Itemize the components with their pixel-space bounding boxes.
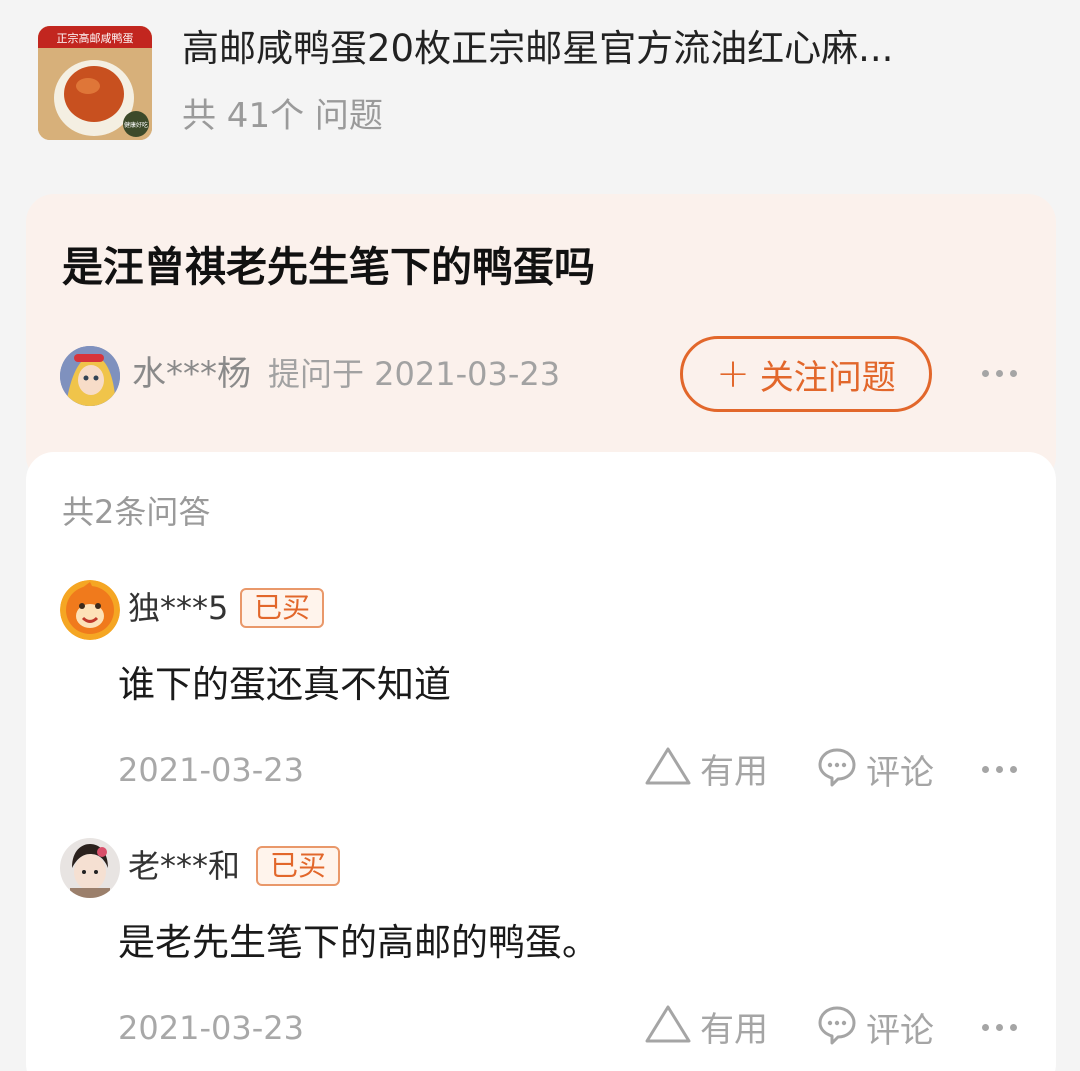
- answer-item: 老***和 已买 是老先生笔下的高邮的鸭蛋。 2021-03-23 有用 评论: [26, 838, 1056, 1071]
- thumbs-up-triangle-icon: [644, 1004, 692, 1055]
- comment-label: 评论: [866, 1010, 934, 1051]
- thumb-badge-text: 健康好吃: [124, 121, 148, 129]
- answer-username[interactable]: 独***5: [128, 586, 228, 630]
- useful-button[interactable]: 有用: [644, 746, 768, 797]
- question-count: 共 41个 问题: [182, 96, 383, 136]
- asked-date: 提问于 2021-03-23: [268, 355, 561, 393]
- answer-item: 独***5 已买 谁下的蛋还真不知道 2021-03-23 有用 评论: [26, 580, 1056, 830]
- answer-text: 谁下的蛋还真不知道: [118, 663, 451, 706]
- comment-button[interactable]: 评论: [816, 746, 934, 799]
- answer-text: 是老先生笔下的高邮的鸭蛋。: [118, 921, 599, 964]
- product-thumbnail[interactable]: 正宗高邮咸鸭蛋 健康好吃: [38, 26, 152, 140]
- answers-panel: 共2条问答 独***5 已买 谁下的蛋还真不知道 2021-03-23 有用 评…: [26, 452, 1056, 1071]
- plus-icon: +: [716, 351, 750, 397]
- follow-question-label: 关注问题: [759, 357, 896, 398]
- question-card: 是汪曾祺老先生笔下的鸭蛋吗 水***杨 提问于 2021-03-23 + 关注问…: [26, 194, 1056, 484]
- useful-button[interactable]: 有用: [644, 1004, 768, 1055]
- follow-question-button[interactable]: + 关注问题: [680, 336, 932, 412]
- thumb-banner-text: 正宗高邮咸鸭蛋: [57, 31, 134, 45]
- answer-more-icon[interactable]: [982, 766, 1017, 773]
- answer-username[interactable]: 老***和: [128, 844, 240, 888]
- answer-avatar[interactable]: [60, 580, 120, 640]
- product-title[interactable]: 高邮咸鸭蛋20枚正宗邮星官方流油红心麻...: [182, 26, 1012, 72]
- bought-badge: 已买: [240, 588, 325, 628]
- answer-avatar[interactable]: [60, 838, 120, 898]
- useful-label: 有用: [700, 1009, 768, 1050]
- asker-avatar[interactable]: [60, 346, 120, 406]
- answer-date: 2021-03-23: [118, 1009, 304, 1047]
- answer-date: 2021-03-23: [118, 751, 304, 789]
- bought-badge: 已买: [256, 846, 341, 886]
- useful-label: 有用: [700, 751, 768, 792]
- comment-label: 评论: [866, 752, 934, 793]
- comment-bubble-icon: [816, 1004, 858, 1057]
- comment-bubble-icon: [816, 746, 858, 799]
- answer-more-icon[interactable]: [982, 1024, 1017, 1031]
- question-title: 是汪曾祺老先生笔下的鸭蛋吗: [62, 243, 595, 291]
- thumbs-up-triangle-icon: [644, 746, 692, 797]
- answer-count: 共2条问答: [62, 493, 211, 531]
- comment-button[interactable]: 评论: [816, 1004, 934, 1057]
- question-more-icon[interactable]: [982, 370, 1017, 377]
- product-header[interactable]: 正宗高邮咸鸭蛋 健康好吃 高邮咸鸭蛋20枚正宗邮星官方流油红心麻... 共 41…: [0, 0, 1080, 170]
- asker-name[interactable]: 水***杨: [132, 352, 251, 396]
